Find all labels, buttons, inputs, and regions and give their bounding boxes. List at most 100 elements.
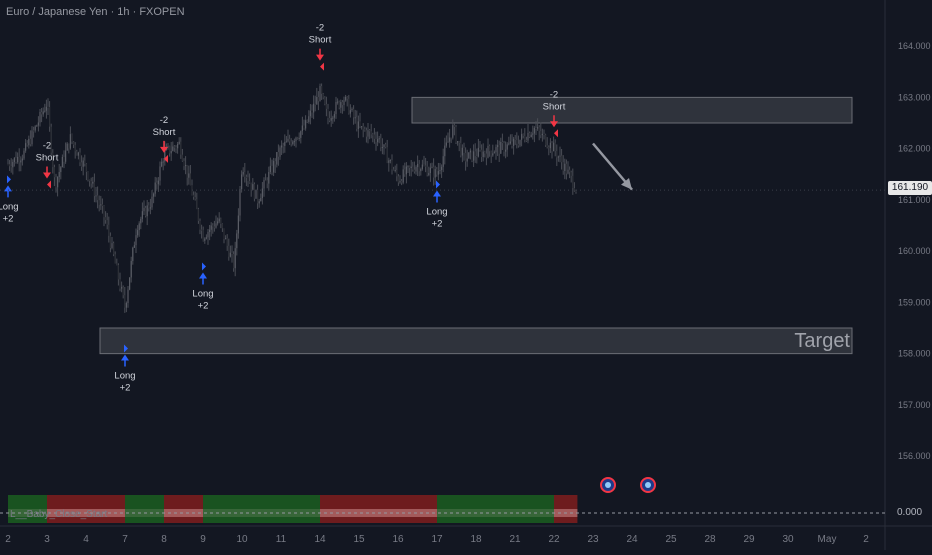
candle-body [157,180,159,185]
event-marker-icon[interactable] [640,477,656,493]
candle-body [493,152,495,154]
candle-body [269,165,271,173]
chart-svg[interactable]: 164.000163.000162.000161.000160.000159.0… [0,0,932,550]
candle [146,199,148,226]
candle [41,107,43,123]
candle-body [370,131,372,135]
long-signal[interactable]: Long+2 [0,175,19,224]
candle [332,115,334,124]
candle-body [471,150,473,161]
candle-body [201,229,203,231]
candle-body [42,111,44,115]
candle [185,156,187,175]
candle [127,285,129,308]
candle-body [233,254,235,269]
candle-body [441,166,443,170]
candle-body [161,161,163,167]
candle-body [434,169,436,178]
candle-body [437,171,439,175]
candle [57,176,59,197]
candle-body [151,196,153,208]
candle-body [260,198,262,202]
candle-body [564,163,566,171]
candle [335,96,337,119]
event-marker-icon[interactable] [600,477,616,493]
candle [109,232,111,253]
candle [500,137,502,154]
candle [92,176,94,188]
target-zone[interactable] [99,327,853,355]
short-signal-label: Short [543,101,566,112]
candle-body [234,248,236,269]
candle-body [495,147,497,153]
candle [503,140,505,157]
candle [308,110,310,124]
time-tick-label: 22 [548,534,560,545]
candle [39,109,41,127]
candle [287,129,289,143]
candle [122,285,124,299]
long-signal[interactable]: Long+2 [426,180,448,230]
price-tick-label: 160.000 [898,246,931,256]
candle-body [84,160,86,164]
candle [501,133,503,151]
candle-body [426,166,428,176]
candle-body [196,199,198,209]
candle-body [497,145,499,148]
time-tick-label: 8 [161,534,167,545]
projection-arrow[interactable] [592,142,633,191]
candle-body [21,158,23,161]
candle-body [121,287,123,289]
short-signal[interactable]: -2Short [153,115,176,163]
candle [375,131,377,151]
candle [225,235,227,240]
candle-body [541,133,543,136]
candle [393,166,395,171]
candle-body [225,238,227,240]
candle-body [116,263,118,265]
candle [357,115,359,138]
candle [562,155,564,175]
candle-body [317,96,319,102]
candle [10,158,12,173]
indicator-pane [0,495,885,523]
chart-area[interactable]: 164.000 163.000 162.000 161.000 160.000 159.0… [0,0,932,550]
candle-body [383,144,385,147]
candle-body [127,289,129,304]
candle-body [369,130,371,132]
candle-body [359,121,361,127]
candle-body [543,133,545,135]
candle [220,217,222,229]
candle-body [81,162,83,167]
candle-body [324,97,326,105]
candle-body [524,135,526,140]
candle [106,212,108,230]
short-signal-amount: -2 [43,141,51,152]
candle [204,237,206,244]
time-tick-label: 15 [353,534,365,545]
candle-body [271,165,273,173]
candle-body [146,205,148,217]
candle [119,272,121,292]
candle [394,165,396,173]
candle-body [473,151,475,161]
candle [66,142,68,151]
candle [381,138,383,155]
short-signal[interactable]: -2Short [36,141,59,189]
candle [129,277,131,291]
resistance-zone[interactable] [411,96,853,124]
long-arrow-head-icon [199,272,207,279]
price-tick-label: 156.000 [898,451,931,461]
candle [260,193,262,202]
candle-body [74,144,76,152]
candle [63,150,65,169]
short-signal[interactable]: -2Short [309,23,332,71]
candle [13,157,15,167]
candle [498,140,500,162]
candle-body [207,231,209,238]
candle-body [49,107,51,127]
candle [116,258,118,266]
candle [549,138,551,153]
long-signal[interactable]: Long+2 [192,262,214,312]
candle-body [266,180,268,184]
